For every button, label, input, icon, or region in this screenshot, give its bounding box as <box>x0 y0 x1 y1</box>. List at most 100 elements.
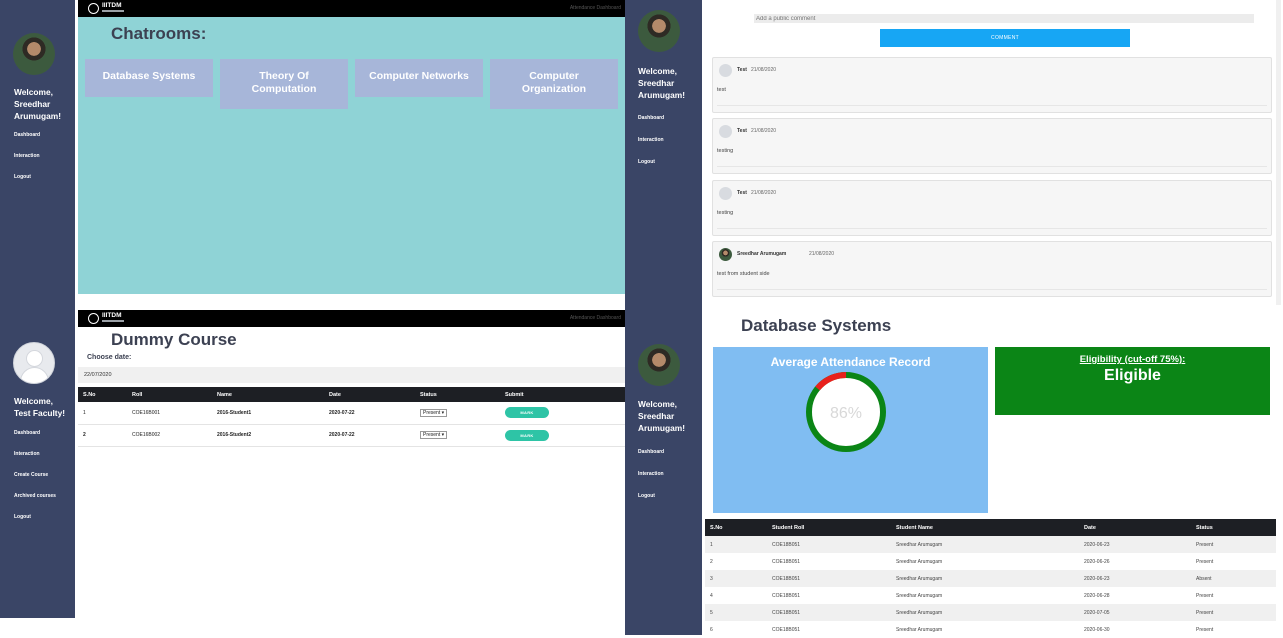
topbar-app-title[interactable]: Attendance Dashboard <box>570 315 621 321</box>
chatroom-computer-networks[interactable]: Computer Networks <box>355 59 483 97</box>
row-name: Sreedhar Arumugam <box>891 570 1079 587</box>
row-status: Present <box>1191 604 1276 621</box>
divider <box>717 105 1267 106</box>
table-row: 2 COE16B002 2016-Student2 2020-07-22 Pre… <box>78 424 625 447</box>
col-name: Student Name <box>891 519 1079 536</box>
row-date: 2020-07-22 <box>324 402 415 425</box>
scrollbar[interactable] <box>1276 0 1281 305</box>
comment-date: 21/08/2020 <box>751 128 777 134</box>
table-row: 3 COE18B051 Sreedhar Arumugam 2020-06-23… <box>705 570 1276 587</box>
student-sidebar: Welcome, Sreedhar Arumugam! Dashboard In… <box>625 0 702 310</box>
comment-input[interactable] <box>754 14 1254 23</box>
comment-card: Sreedhar Arumugam 21/08/2020 test from s… <box>712 241 1272 297</box>
status-select-value: Present <box>423 432 441 438</box>
topbar-app-title[interactable]: Attendance Dashboard <box>570 5 621 11</box>
top-navbar: IIITDM Attendance Dashboard <box>78 0 625 17</box>
date-input[interactable] <box>78 367 625 383</box>
row-date: 2020-07-05 <box>1079 604 1191 621</box>
comment-button[interactable]: COMMENT <box>880 29 1130 47</box>
table-row: 5 COE18B051 Sreedhar Arumugam 2020-07-05… <box>705 604 1276 621</box>
row-name: Sreedhar Arumugam <box>896 558 943 565</box>
nav-logout[interactable]: Logout <box>14 174 31 180</box>
row-status: Present ▾ <box>415 402 500 425</box>
row-name: 2016-Student1 <box>212 402 324 425</box>
row-sno: 2 <box>78 424 127 447</box>
attendance-donut-chart: 86% <box>806 372 886 452</box>
iiitdm-logo-icon <box>88 3 99 14</box>
nav-interaction[interactable]: Interaction <box>14 153 40 159</box>
chatroom-computer-organization[interactable]: Computer Organization <box>490 59 618 109</box>
row-name: Sreedhar Arumugam <box>896 592 943 599</box>
row-date: 2020-06-28 <box>1084 592 1110 599</box>
nav-dashboard[interactable]: Dashboard <box>638 115 664 121</box>
row-roll: COE18B051 <box>767 570 891 587</box>
row-sno: 5 <box>705 604 767 621</box>
nav-archived-courses[interactable]: Archived courses <box>14 493 56 499</box>
nav-logout[interactable]: Logout <box>638 493 655 499</box>
chatrooms-title: Chatrooms: <box>111 24 207 43</box>
nav-dashboard[interactable]: Dashboard <box>14 132 40 138</box>
commenter-name: Sreedhar Arumugam <box>737 251 787 257</box>
status-select-value: Present <box>423 409 441 416</box>
mark-attendance-table: S.No Roll Name Date Status Submit 1 COE1… <box>78 387 625 447</box>
nav-interaction[interactable]: Interaction <box>14 451 40 457</box>
commenter-name: Test <box>737 190 747 196</box>
nav-dashboard[interactable]: Dashboard <box>638 449 664 455</box>
table-header-row: S.No Roll Name Date Status Submit <box>78 387 625 402</box>
row-name: 2016-Student2 <box>212 424 324 447</box>
row-date: 2020-07-22 <box>324 424 415 447</box>
nav-interaction[interactable]: Interaction <box>638 137 664 143</box>
iiitdm-logo-icon <box>88 313 99 324</box>
student-avatar <box>13 33 55 75</box>
row-name: Sreedhar Arumugam <box>896 626 943 633</box>
chatroom-theory-of-computation[interactable]: Theory Of Computation <box>220 59 348 109</box>
welcome-text: Welcome, Sreedhar Arumugam! <box>638 66 685 100</box>
nav-interaction[interactable]: Interaction <box>638 471 664 477</box>
comment-text: test from student side <box>717 271 770 277</box>
col-roll: Student Roll <box>767 519 891 536</box>
row-roll: COE18B051 <box>772 558 801 565</box>
nav-create-course[interactable]: Create Course <box>14 472 48 478</box>
status-select[interactable]: Present ▾ <box>420 431 448 439</box>
nav-dashboard[interactable]: Dashboard <box>14 430 40 436</box>
nav-logout[interactable]: Logout <box>638 159 655 165</box>
row-name: Sreedhar Arumugam <box>891 604 1079 621</box>
comment-date: 21/08/2020 <box>751 190 777 196</box>
chatroom-database-systems[interactable]: Database Systems <box>85 59 213 97</box>
student-avatar <box>638 10 680 52</box>
row-sno: 2 <box>710 558 713 565</box>
attendance-percent: 86% <box>830 405 862 422</box>
row-date: 2020-06-23 <box>1079 570 1191 587</box>
brand-logo-text: IIITDM <box>102 312 122 319</box>
mark-button[interactable]: MARK <box>505 429 549 441</box>
nav-logout[interactable]: Logout <box>14 514 31 520</box>
eligibility-card: Eligibility (cut-off 75%): Eligible <box>995 347 1270 415</box>
average-attendance-card: Average Attendance Record 86% <box>713 347 988 513</box>
comment-text: testing <box>717 210 734 216</box>
table-row: 1 COE16B001 2016-Student1 2020-07-22 Pre… <box>78 402 625 425</box>
comment-date: 21/08/2020 <box>751 67 777 73</box>
comment-card: Test 21/08/2020 testing <box>712 118 1272 174</box>
col-sno: S.No <box>705 519 767 536</box>
row-status: Present <box>1196 592 1214 599</box>
row-roll: COE18B051 <box>772 626 801 633</box>
table-row: 2 COE18B051 Sreedhar Arumugam 2020-06-26… <box>705 553 1276 570</box>
commenter-name: Test <box>737 128 747 134</box>
choose-date-label: Choose date: <box>87 354 132 361</box>
row-submit: MARK <box>500 402 625 425</box>
row-status: Absent <box>1191 570 1276 587</box>
col-date: Date <box>324 387 415 402</box>
comment-date: 21/08/2020 <box>809 251 835 257</box>
welcome-text: Welcome, Sreedhar Arumugam! <box>638 399 685 433</box>
row-date: 2020-06-26 <box>1084 558 1110 565</box>
col-date: Date <box>1079 519 1191 536</box>
attendance-record-table: S.No Student Roll Student Name Date Stat… <box>705 519 1276 638</box>
mark-button[interactable]: MARK <box>505 407 549 419</box>
row-submit: MARK <box>500 424 625 447</box>
col-sno: S.No <box>78 387 127 402</box>
status-select[interactable]: Present ▾ <box>420 408 448 417</box>
row-sno: 1 <box>78 402 127 425</box>
divider <box>717 166 1267 167</box>
comment-text: testing <box>717 148 734 154</box>
course-title: Database Systems <box>741 316 892 335</box>
